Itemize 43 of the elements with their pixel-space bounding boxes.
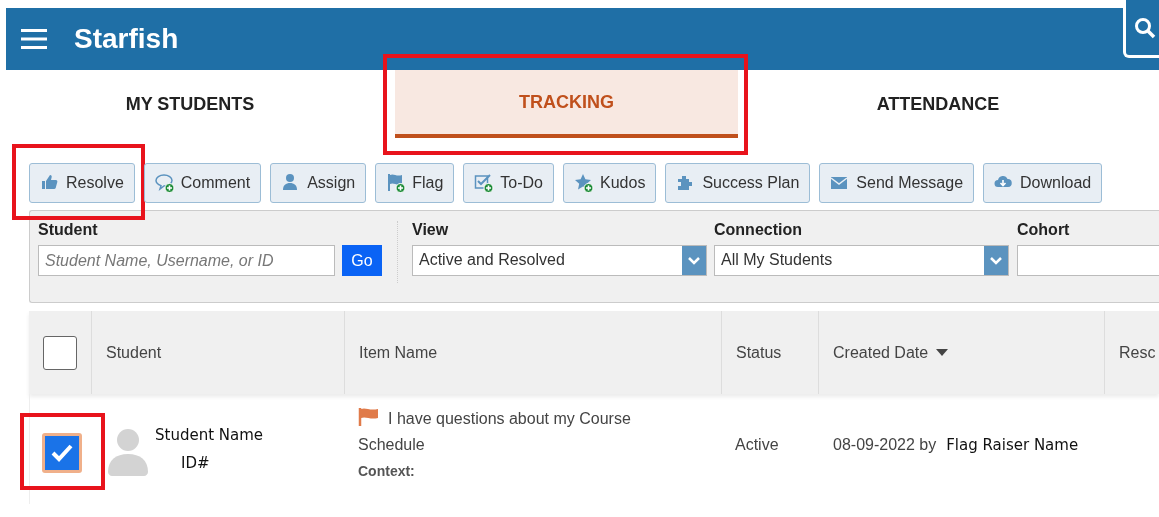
column-header[interactable]: Student	[106, 343, 162, 362]
filter-label: Cohort	[1017, 221, 1071, 239]
toolbar-button[interactable]: Send Message	[819, 163, 975, 203]
filter-label: View	[412, 221, 450, 239]
status-text: Active	[735, 436, 779, 453]
toolbar-button[interactable]: Kudos	[563, 163, 657, 203]
tab[interactable]: MY STUDENTS	[20, 70, 360, 138]
filter-label: Student	[38, 221, 99, 239]
context-label: Context:	[358, 462, 416, 481]
toolbar-button[interactable]: Assign	[270, 163, 367, 203]
app-title: Starfish	[74, 23, 179, 55]
tab[interactable]: ATTENDANCE	[768, 70, 1108, 138]
toolbar-button[interactable]: Flag	[375, 163, 455, 203]
column-header[interactable]: Status	[736, 343, 782, 362]
column-header[interactable]: Created Date	[833, 343, 929, 362]
search-icon	[1134, 16, 1156, 39]
flag-icon	[358, 407, 380, 427]
toolbar-button[interactable]: Resolve	[29, 163, 135, 203]
toolbar-button[interactable]: Comment	[143, 163, 262, 203]
toolbar-button[interactable]: Download	[983, 163, 1103, 203]
toolbar-button[interactable]: Success Plan	[665, 163, 811, 203]
menu-icon[interactable]	[21, 28, 49, 50]
student-name[interactable]: Student Name	[155, 426, 264, 444]
checkmark-icon	[50, 443, 74, 463]
student-id: ID#	[181, 454, 211, 472]
search-button[interactable]	[1123, 0, 1159, 58]
row-checkbox[interactable]	[42, 433, 82, 473]
chevron-down-icon	[687, 255, 701, 266]
flag-raiser-name: Flag Raiser Name	[946, 436, 1079, 456]
go-button[interactable]: Go	[342, 245, 382, 276]
filter-label: Connection	[714, 221, 803, 239]
student-search-field[interactable]: Student Name, Username, or ID	[38, 245, 335, 276]
view-dropdown[interactable]: Active and Resolved	[412, 245, 707, 276]
column-header[interactable]: Resc	[1119, 343, 1156, 362]
chevron-down-icon	[989, 255, 1003, 266]
connection-dropdown[interactable]: All My Students	[714, 245, 1009, 276]
item-name[interactable]: I have questions about my Course Schedule	[358, 406, 663, 458]
toolbar-button[interactable]: To-Do	[463, 163, 554, 203]
avatar-icon	[107, 428, 149, 476]
select-all-checkbox[interactable]	[43, 335, 77, 370]
tab[interactable]: TRACKING	[395, 70, 738, 138]
created-date: 08-09-2022 by	[833, 436, 937, 455]
column-header[interactable]: Item Name	[359, 343, 438, 362]
